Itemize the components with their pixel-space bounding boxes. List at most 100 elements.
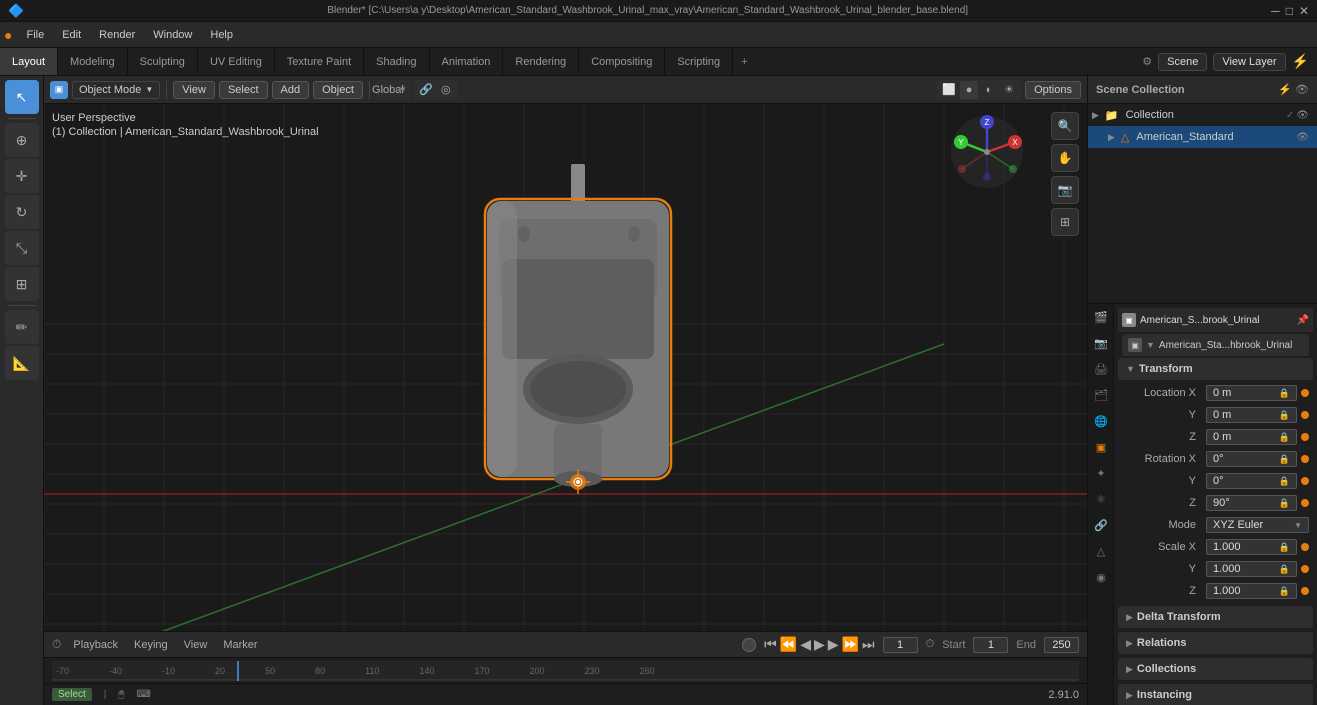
scale-lock-x[interactable]: 🔒 [1279, 542, 1290, 553]
scene-selector[interactable]: Scene [1158, 53, 1207, 71]
keyframe-dot-ry[interactable] [1301, 477, 1309, 485]
rendered-btn[interactable]: ☀ [1000, 81, 1018, 99]
prop-data-icon[interactable]: △ [1088, 538, 1114, 564]
keyframe-dot-rz[interactable] [1301, 499, 1309, 507]
location-x-value[interactable]: 0 m 🔒 [1206, 385, 1297, 401]
solid-btn[interactable]: ● [960, 81, 978, 99]
viewport-pan[interactable]: ✋ [1051, 144, 1079, 172]
keyframe-dot-sz[interactable] [1301, 587, 1309, 595]
select-menu[interactable]: Select [219, 81, 268, 99]
viewport-zoom-in[interactable]: 🔍 [1051, 112, 1079, 140]
lock-z-icon[interactable]: 🔒 [1279, 432, 1290, 443]
tool-scale[interactable]: ⤡ [5, 231, 39, 265]
playback-menu[interactable]: Playback [69, 638, 122, 652]
tool-move[interactable]: ✛ [5, 159, 39, 193]
next-keyframe-btn[interactable]: ⏩ [842, 636, 859, 653]
collections-header[interactable]: ▶ Collections [1118, 658, 1313, 680]
maximize-button[interactable]: □ [1286, 4, 1293, 18]
prev-frame-btn[interactable]: ◀ [800, 636, 811, 653]
tool-annotate[interactable]: ✏ [5, 310, 39, 344]
keyframe-dot-y[interactable] [1301, 411, 1309, 419]
data-dropdown-icon[interactable]: ▼ [1146, 340, 1155, 350]
filter-icon[interactable]: ⚡ [1278, 83, 1292, 96]
prev-keyframe-btn[interactable]: ⏪ [780, 636, 797, 653]
tab-layout[interactable]: Layout [0, 48, 58, 75]
scale-x-value[interactable]: 1.000 🔒 [1206, 539, 1297, 555]
play-btn[interactable]: ▶ [814, 636, 825, 653]
keying-menu[interactable]: Keying [130, 638, 172, 652]
add-menu[interactable]: Add [272, 81, 310, 99]
keyframe-dot-x[interactable] [1301, 389, 1309, 397]
record-button[interactable] [742, 638, 756, 652]
object-menu[interactable]: Object [313, 81, 363, 99]
scale-lock-y[interactable]: 🔒 [1279, 564, 1290, 575]
tool-measure[interactable]: 📐 [5, 346, 39, 380]
minimize-button[interactable]: ─ [1271, 4, 1280, 18]
location-z-value[interactable]: 0 m 🔒 [1206, 429, 1297, 445]
tab-shading[interactable]: Shading [364, 48, 429, 75]
keyframe-dot-sx[interactable] [1301, 543, 1309, 551]
tool-transform[interactable]: ⊞ [5, 267, 39, 301]
start-frame[interactable]: 1 [973, 637, 1008, 653]
rot-lock-y[interactable]: 🔒 [1279, 476, 1290, 487]
navigation-gizmo[interactable]: Z X Y [947, 112, 1027, 192]
prop-scene-icon[interactable]: 🎬 [1088, 304, 1114, 330]
tab-texture-paint[interactable]: Texture Paint [275, 48, 364, 75]
prop-output-icon[interactable]: 🖨 [1088, 356, 1114, 382]
tool-rotate[interactable]: ↻ [5, 195, 39, 229]
lock-y-icon[interactable]: 🔒 [1279, 410, 1290, 421]
viewlayer-selector[interactable]: View Layer [1213, 53, 1285, 71]
proportional-edit[interactable]: ◎ [437, 81, 455, 99]
transform-header[interactable]: ▼ Transform [1118, 358, 1313, 380]
tab-uv-editing[interactable]: UV Editing [198, 48, 275, 75]
visibility-icon-2[interactable]: 👁 [1296, 132, 1309, 143]
prop-material-icon[interactable]: ◉ [1088, 564, 1114, 590]
eye-icon[interactable]: 👁 [1295, 83, 1309, 96]
tab-animation[interactable]: Animation [430, 48, 504, 75]
transform-global[interactable]: Global [379, 81, 397, 99]
tool-cursor[interactable]: ⊕ [5, 123, 39, 157]
wireframe-btn[interactable]: ⬜ [940, 81, 958, 99]
close-button[interactable]: ✕ [1299, 4, 1309, 18]
location-y-value[interactable]: 0 m 🔒 [1206, 407, 1297, 423]
viewport-camera[interactable]: 📷 [1051, 176, 1079, 204]
tab-modeling[interactable]: Modeling [58, 48, 128, 75]
view-menu-tl[interactable]: View [180, 638, 212, 652]
menu-window[interactable]: Window [145, 27, 200, 43]
rot-lock-x[interactable]: 🔒 [1279, 454, 1290, 465]
prop-viewlayer-icon[interactable]: 🗂 [1088, 382, 1114, 408]
object-mode-selector[interactable]: Object Mode ▼ [72, 81, 160, 99]
prop-render-icon[interactable]: 📷 [1088, 330, 1114, 356]
menu-help[interactable]: Help [202, 27, 241, 43]
scale-y-value[interactable]: 1.000 🔒 [1206, 561, 1297, 577]
material-btn[interactable]: ◐ [980, 81, 998, 99]
keyframe-dot-rx[interactable] [1301, 455, 1309, 463]
relations-header[interactable]: ▶ Relations [1118, 632, 1313, 654]
menu-edit[interactable]: Edit [54, 27, 89, 43]
prop-world-icon[interactable]: 🌐 [1088, 408, 1114, 434]
options-btn[interactable]: Options [1025, 81, 1081, 99]
jump-start-btn[interactable]: ⏮ [764, 636, 777, 653]
rotation-z-value[interactable]: 90° 🔒 [1206, 495, 1297, 511]
end-frame[interactable]: 250 [1044, 637, 1079, 653]
pin-icon[interactable]: 📌 [1297, 315, 1309, 326]
tool-select[interactable]: ↖ [5, 80, 39, 114]
keyframe-dot-lz[interactable] [1301, 433, 1309, 441]
outliner-item-american-standard[interactable]: ▶ △ American_Standard 👁 [1088, 126, 1317, 148]
delta-transform-header[interactable]: ▶ Delta Transform [1118, 606, 1313, 628]
instancing-header[interactable]: ▶ Instancing [1118, 684, 1313, 705]
snap-toggle[interactable]: 🔗 [417, 81, 435, 99]
viewport-ortho[interactable]: ⊞ [1051, 208, 1079, 236]
menu-render[interactable]: Render [91, 27, 143, 43]
tab-compositing[interactable]: Compositing [579, 48, 665, 75]
tab-sculpting[interactable]: Sculpting [128, 48, 198, 75]
checkbox-icon[interactable]: ✓ [1286, 110, 1294, 121]
rotation-y-value[interactable]: 0° 🔒 [1206, 473, 1297, 489]
mode-value[interactable]: XYZ Euler ▼ [1206, 517, 1309, 533]
view-menu[interactable]: View [173, 81, 215, 99]
next-frame-btn[interactable]: ▶ [828, 636, 839, 653]
scale-lock-z[interactable]: 🔒 [1279, 586, 1290, 597]
menu-file[interactable]: File [18, 27, 52, 43]
outliner-item-scene-collection[interactable]: ▶ 📁 Collection ✓ 👁 [1088, 104, 1317, 126]
marker-menu[interactable]: Marker [219, 638, 261, 652]
